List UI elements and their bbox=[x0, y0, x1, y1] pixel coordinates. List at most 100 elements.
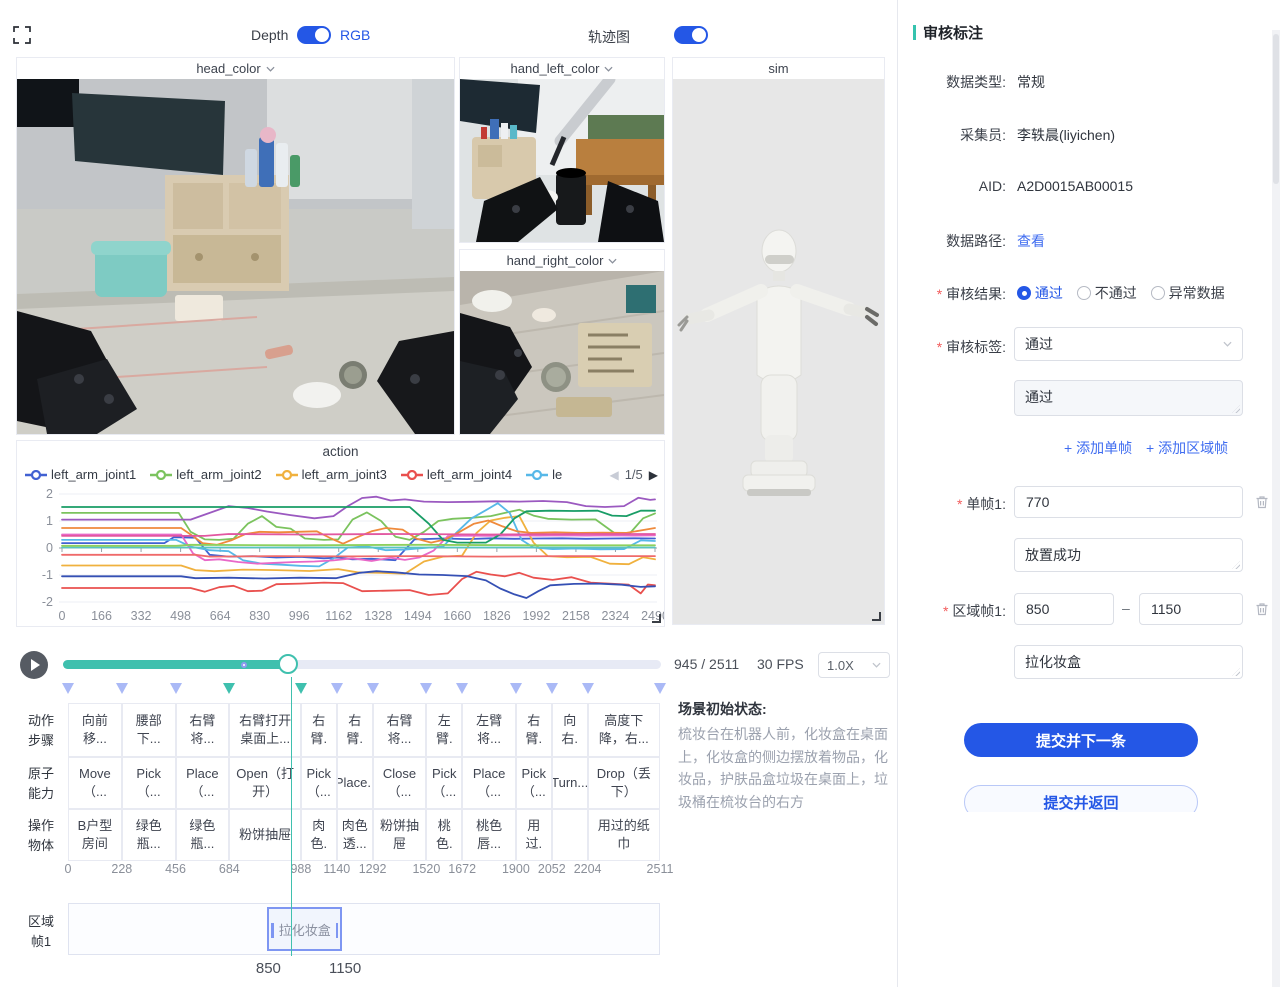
delete-single-frame-icon[interactable] bbox=[1254, 494, 1270, 510]
add-single-frame-link[interactable]: + 添加单帧 bbox=[1064, 438, 1132, 458]
legend-item-left_arm_joint3[interactable]: left_arm_joint3 bbox=[276, 467, 387, 482]
legend-next-icon[interactable]: ▶ bbox=[649, 468, 658, 482]
radio-selected-icon[interactable] bbox=[1017, 286, 1031, 300]
data-path-link[interactable]: 查看 bbox=[1017, 231, 1045, 251]
table-cell[interactable]: Pick（... bbox=[516, 757, 552, 809]
panel-scrollbar[interactable] bbox=[1272, 30, 1280, 987]
table-cell[interactable]: 用过的纸巾 bbox=[588, 809, 660, 861]
table-cell[interactable]: 向前移... bbox=[68, 703, 122, 757]
head-camera-header[interactable]: head_color bbox=[17, 58, 454, 79]
table-cell[interactable]: 左臂. bbox=[426, 703, 462, 757]
scene-text: 梳妆台在机器人前，化妆盒在桌面上，化妆盒的侧边摆放着物品，化妆品，护肤品盒垃圾在… bbox=[678, 723, 892, 814]
table-cell[interactable]: 绿色瓶... bbox=[176, 809, 230, 861]
keyframe-marker-1292[interactable] bbox=[367, 683, 379, 694]
depth-rgb-toggle[interactable] bbox=[297, 26, 331, 44]
table-cell[interactable]: 肉色透... bbox=[337, 809, 373, 861]
result-option-不通过[interactable]: 不通过 bbox=[1077, 285, 1137, 301]
add-region-frame-link[interactable]: + 添加区域帧 bbox=[1146, 438, 1228, 458]
table-cell[interactable]: Pick（... bbox=[122, 757, 176, 809]
scrollbar-thumb[interactable] bbox=[1273, 34, 1279, 184]
slider-handle[interactable] bbox=[278, 654, 298, 674]
legend-item-left_arm_joint1[interactable]: left_arm_joint1 bbox=[25, 467, 136, 482]
legend-item-left_arm_joint4[interactable]: left_arm_joint4 bbox=[401, 467, 512, 482]
head-camera-panel: head_color bbox=[16, 57, 455, 435]
table-cell[interactable]: Pick（... bbox=[426, 757, 462, 809]
region-block[interactable]: 拉化妆盒 bbox=[267, 907, 342, 951]
review-tag-select[interactable]: 通过 bbox=[1014, 327, 1243, 361]
legend-prev-icon[interactable]: ◀ bbox=[609, 468, 618, 482]
play-button[interactable] bbox=[20, 651, 48, 679]
hand-right-camera-header[interactable]: hand_right_color bbox=[460, 250, 664, 271]
table-cell[interactable]: Close（... bbox=[373, 757, 427, 809]
region-frame-desc-textarea[interactable]: 拉化妆盒 bbox=[1014, 645, 1243, 679]
keyframe-marker-1140[interactable] bbox=[331, 683, 343, 694]
table-cell[interactable]: Turn... bbox=[552, 757, 588, 809]
table-cell[interactable]: Pick（... bbox=[301, 757, 337, 809]
table-cell[interactable]: Place（... bbox=[462, 757, 516, 809]
single-frame-input[interactable]: 770 bbox=[1014, 486, 1243, 518]
single-frame-dot-marker[interactable] bbox=[241, 662, 247, 668]
keyframe-marker-1672[interactable] bbox=[456, 683, 468, 694]
keyframe-marker-2204[interactable] bbox=[582, 683, 594, 694]
radio-unselected-icon[interactable] bbox=[1151, 286, 1165, 300]
resize-corner-icon[interactable] bbox=[652, 614, 661, 623]
table-cell[interactable]: 右臂将... bbox=[373, 703, 427, 757]
keyframe-marker-988[interactable] bbox=[295, 683, 307, 694]
table-cell[interactable]: B户型房间 bbox=[68, 809, 122, 861]
keyframe-marker-2511[interactable] bbox=[654, 683, 666, 694]
table-cell[interactable]: Place.. bbox=[337, 757, 373, 809]
region-start-input[interactable]: 850 bbox=[1014, 593, 1114, 625]
keyframe-marker-684[interactable] bbox=[223, 683, 235, 694]
resize-grip-icon[interactable] bbox=[1232, 668, 1240, 676]
resize-corner-icon[interactable] bbox=[872, 612, 881, 621]
table-cell[interactable]: 肉色. bbox=[301, 809, 337, 861]
radio-unselected-icon[interactable] bbox=[1077, 286, 1091, 300]
table-cell[interactable]: 向右. bbox=[552, 703, 588, 757]
single-frame-desc-textarea[interactable]: 放置成功 bbox=[1014, 538, 1243, 572]
table-cell[interactable] bbox=[552, 809, 588, 861]
table-cell[interactable]: 腰部下... bbox=[122, 703, 176, 757]
keyframe-marker-0[interactable] bbox=[62, 683, 74, 694]
fullscreen-icon[interactable] bbox=[12, 25, 32, 45]
legend-item-le[interactable]: le bbox=[526, 467, 562, 482]
resize-grip-icon[interactable] bbox=[1232, 405, 1240, 413]
trajectory-toggle-label: 轨迹图 bbox=[588, 27, 630, 47]
table-cell[interactable]: 左臂将... bbox=[462, 703, 516, 757]
legend-item-left_arm_joint2[interactable]: left_arm_joint2 bbox=[150, 467, 261, 482]
resize-grip-icon[interactable] bbox=[1232, 561, 1240, 569]
table-cell[interactable]: 桃色唇... bbox=[462, 809, 516, 861]
playback-slider[interactable] bbox=[63, 660, 661, 669]
keyframe-marker-228[interactable] bbox=[116, 683, 128, 694]
hand-left-camera-header[interactable]: hand_left_color bbox=[460, 58, 664, 79]
region-frame-label: 区域帧1: bbox=[906, 601, 1006, 621]
result-option-异常数据[interactable]: 异常数据 bbox=[1151, 285, 1225, 301]
table-cell[interactable]: 右臂. bbox=[301, 703, 337, 757]
delete-region-frame-icon[interactable] bbox=[1254, 601, 1270, 617]
table-cell[interactable]: 右臂. bbox=[516, 703, 552, 757]
table-cell[interactable]: Place（... bbox=[176, 757, 230, 809]
keyframe-marker-2052[interactable] bbox=[546, 683, 558, 694]
table-cell[interactable]: 右臂将... bbox=[176, 703, 230, 757]
review-tag-note-textarea[interactable]: 通过 bbox=[1014, 380, 1243, 416]
table-cell[interactable]: 右臂. bbox=[337, 703, 373, 757]
table-cell[interactable]: Drop（丢下） bbox=[588, 757, 660, 809]
table-cell[interactable]: 桃色. bbox=[426, 809, 462, 861]
keyframe-marker-1520[interactable] bbox=[420, 683, 432, 694]
submit-return-button[interactable]: 提交并返回 bbox=[964, 785, 1198, 812]
table-cell[interactable]: 粉饼抽屉 bbox=[373, 809, 427, 861]
keyframe-marker-1900[interactable] bbox=[510, 683, 522, 694]
svg-text:1826: 1826 bbox=[483, 609, 511, 623]
data-path-label: 数据路径: bbox=[906, 231, 1006, 251]
region-end-input[interactable]: 1150 bbox=[1139, 593, 1243, 625]
keyframe-marker-456[interactable] bbox=[170, 683, 182, 694]
speed-select[interactable]: 1.0X bbox=[818, 652, 890, 678]
table-cell[interactable]: 高度下降，右... bbox=[588, 703, 660, 757]
region-block-handle-right[interactable] bbox=[336, 923, 339, 938]
table-cell[interactable]: 绿色瓶... bbox=[122, 809, 176, 861]
submit-next-button[interactable]: 提交并下一条 bbox=[964, 723, 1198, 757]
trajectory-toggle[interactable] bbox=[674, 26, 708, 44]
result-option-通过[interactable]: 通过 bbox=[1017, 285, 1063, 301]
table-cell[interactable]: Move（... bbox=[68, 757, 122, 809]
table-cell[interactable]: 用过. bbox=[516, 809, 552, 861]
region-block-handle-left[interactable] bbox=[271, 923, 274, 938]
